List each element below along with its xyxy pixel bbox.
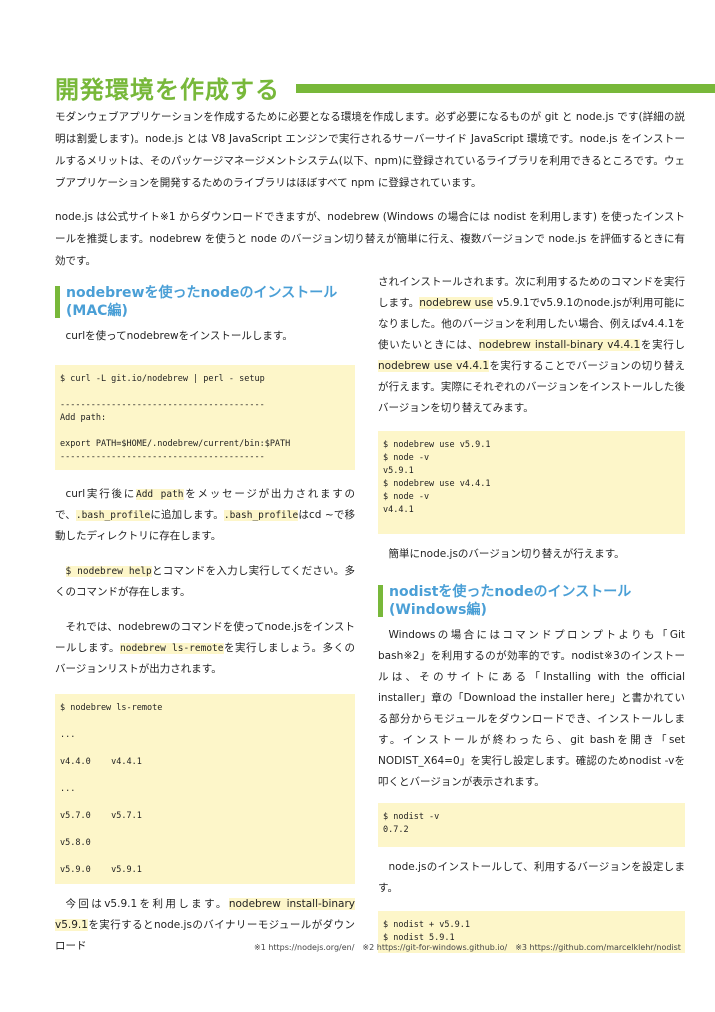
- code-block-nodist-version: $ nodist -v 0.7.2: [378, 803, 685, 847]
- bash-profile-paragraph: curl実行後にAdd pathをメッセージが出力されますので、.bash_pr…: [55, 484, 355, 547]
- intro-paragraph-1: モダンウェブアプリケーションを作成するために必要となる環境を作成します。必ず必要…: [55, 111, 685, 189]
- page-title: 開発環境を作成する: [55, 76, 280, 104]
- ls-remote-paragraph: それでは、nodebrewのコマンドを使ってnode.jsをインストールします。…: [55, 617, 355, 680]
- nodebrew-help-paragraph: $ nodebrew helpとコマンドを入力し実行してください。多くのコマンド…: [55, 561, 355, 603]
- highlight-install-binary-v441: nodebrew install-binary v4.4.1: [478, 339, 641, 351]
- text-span: 今回はv5.9.1を利用します。: [65, 898, 229, 910]
- title-underline-bar: [296, 84, 715, 93]
- highlight-nodebrew-use: nodebrew use: [419, 297, 494, 309]
- text-span: curl実行後に: [65, 488, 136, 500]
- inline-code-nodebrew-help: $ nodebrew help: [65, 566, 152, 577]
- left-column: nodebrewを使ったnodeのインストール (MAC編) curlを使ってn…: [55, 284, 355, 957]
- text-span: を実行し: [640, 339, 686, 351]
- switch-summary-paragraph: 簡単にnode.jsのバージョン切り替えが行えます。: [388, 548, 625, 560]
- heading-mac-line2: (MAC編): [66, 303, 128, 319]
- inline-code-add-path: Add path: [135, 489, 184, 500]
- heading-windows-line2: (Windows編): [389, 602, 487, 618]
- footnotes: ※1 https://nodejs.org/en/ ※2 https://git…: [254, 943, 681, 952]
- intro-paragraph-2: node.js は公式サイト※1 からダウンロードできますが、nodebrew …: [55, 211, 685, 267]
- heading-mac-line1: nodebrewを使ったnodeのインストール: [66, 285, 338, 301]
- code-block-nodebrew-use: $ nodebrew use v5.9.1 $ node -v v5.9.1 $…: [378, 431, 685, 534]
- inline-code-ls-remote: nodebrew ls-remote: [120, 643, 224, 654]
- heading-windows-line1: nodistを使ったnodeのインストール: [389, 584, 632, 600]
- nodist-paragraph: Windowsの場合にはコマンドプロンプトよりも「Git bash※2」を利用す…: [378, 629, 685, 788]
- highlight-nodebrew-use-v441: nodebrew use v4.4.1: [378, 360, 490, 372]
- curl-paragraph: curlを使ってnodebrewをインストールします。: [65, 330, 293, 342]
- code-block-curl: $ curl -L git.io/nodebrew | perl - setup…: [55, 365, 355, 470]
- inline-code-bash-profile-2: .bash_profile: [223, 510, 299, 521]
- text-span: に追加します。: [150, 509, 224, 521]
- section-heading-mac: nodebrewを使ったnodeのインストール (MAC編): [55, 284, 355, 320]
- section-heading-windows: nodistを使ったnodeのインストール (Windows編): [378, 583, 685, 619]
- right-column: されインストールされます。次に利用するためのコマンドを実行します。nodebre…: [378, 272, 685, 953]
- inline-code-bash-profile: .bash_profile: [75, 510, 151, 521]
- nodebrew-use-paragraph: されインストールされます。次に利用するためのコマンドを実行します。nodebre…: [378, 272, 685, 419]
- code-block-ls-remote: $ nodebrew ls-remote ... v4.4.0 v4.4.1 .…: [55, 694, 355, 884]
- nodist-setup-paragraph: node.jsのインストールして、利用するバージョンを設定します。: [378, 861, 685, 894]
